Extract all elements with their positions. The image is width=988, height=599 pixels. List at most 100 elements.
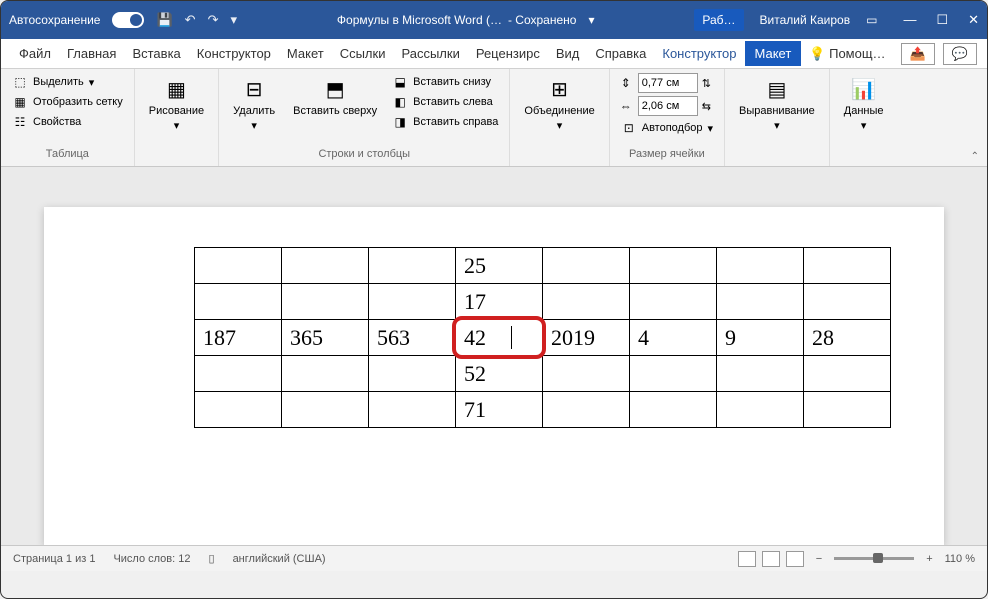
table-row: 52 — [195, 356, 891, 392]
table-cell[interactable] — [717, 392, 804, 428]
delete-button[interactable]: ⊟Удалить▾ — [227, 73, 281, 134]
table-cell[interactable] — [804, 356, 891, 392]
menu-layout[interactable]: Макет — [279, 41, 332, 66]
merge-button[interactable]: ⊞Объединение▾ — [518, 73, 600, 134]
zoom-in-button[interactable]: + — [926, 553, 932, 565]
menu-links[interactable]: Ссылки — [332, 41, 394, 66]
row-height-input[interactable] — [638, 73, 698, 93]
table-cell[interactable] — [195, 356, 282, 392]
table-cell[interactable] — [630, 392, 717, 428]
table-cell[interactable] — [717, 284, 804, 320]
workspace-tab[interactable]: Раб… — [694, 9, 743, 31]
language-indicator[interactable]: английский (США) — [233, 553, 326, 565]
table-cell[interactable]: 9 — [717, 320, 804, 356]
autofit-button[interactable]: ⊡Автоподбор ▾ — [618, 119, 716, 137]
table-cell[interactable] — [717, 356, 804, 392]
table-cell[interactable]: 28 — [804, 320, 891, 356]
menu-mailings[interactable]: Рассылки — [393, 41, 467, 66]
table-cell[interactable] — [369, 284, 456, 320]
menu-file[interactable]: Файл — [11, 41, 59, 66]
table-cell[interactable]: 71 — [456, 392, 543, 428]
select-button[interactable]: ⬚Выделить ▾ — [9, 73, 126, 91]
alignment-button[interactable]: ▤Выравнивание▾ — [733, 73, 821, 134]
table-cell[interactable] — [804, 248, 891, 284]
table-cell[interactable] — [195, 392, 282, 428]
read-mode-button[interactable] — [738, 551, 756, 567]
table-cell[interactable] — [717, 248, 804, 284]
undo-icon[interactable]: ↶ — [185, 12, 196, 28]
table-cell[interactable] — [195, 248, 282, 284]
save-icon[interactable]: 💾 — [156, 12, 172, 28]
table-cell[interactable]: 563 — [369, 320, 456, 356]
web-layout-button[interactable] — [786, 551, 804, 567]
table-cell[interactable] — [369, 392, 456, 428]
table-cell[interactable] — [282, 356, 369, 392]
table-cell[interactable] — [543, 284, 630, 320]
grid-icon: ▦ — [12, 94, 28, 110]
table-row: 71 — [195, 392, 891, 428]
table-cell[interactable] — [804, 392, 891, 428]
table-cell[interactable] — [543, 248, 630, 284]
saved-status: - Сохранено — [508, 13, 576, 27]
table-cell[interactable] — [543, 392, 630, 428]
close-button[interactable]: ✕ — [968, 12, 979, 28]
menu-home[interactable]: Главная — [59, 41, 124, 66]
view-gridlines-button[interactable]: ▦Отобразить сетку — [9, 93, 126, 111]
comments-button[interactable]: 💬 — [943, 43, 977, 65]
menu-table-layout[interactable]: Макет — [745, 41, 802, 66]
insert-below-button[interactable]: ⬓Вставить снизу — [389, 73, 501, 91]
ribbon-group-cell-size: ⇕⇅ ⇔⇆ ⊡Автоподбор ▾ Размер ячейки — [610, 69, 725, 166]
table-cell[interactable] — [282, 284, 369, 320]
maximize-button[interactable]: ☐ — [936, 12, 948, 28]
document-area[interactable]: 25 17 187 365 563 42 2019 — [1, 167, 987, 545]
print-layout-button[interactable] — [762, 551, 780, 567]
ribbon-options-icon[interactable]: ▭ — [866, 13, 877, 27]
table-cell[interactable] — [369, 356, 456, 392]
menu-designer[interactable]: Конструктор — [189, 41, 279, 66]
table-cell[interactable] — [369, 248, 456, 284]
table-cell[interactable] — [282, 248, 369, 284]
autosave-toggle[interactable] — [112, 12, 144, 28]
table-cell[interactable]: 2019 — [543, 320, 630, 356]
data-button[interactable]: 📊Данные▾ — [838, 73, 890, 134]
table-cell[interactable] — [630, 248, 717, 284]
menu-table-design[interactable]: Конструктор — [654, 41, 744, 66]
menu-insert[interactable]: Вставка — [124, 41, 188, 66]
zoom-level[interactable]: 110 % — [945, 553, 975, 565]
collapse-ribbon-icon[interactable]: ⌃ — [971, 151, 979, 162]
redo-icon[interactable]: ↷ — [208, 12, 219, 28]
proofing-icon[interactable]: ▯ — [209, 552, 215, 565]
properties-button[interactable]: ☷Свойства — [9, 113, 126, 131]
autofit-icon: ⊡ — [621, 120, 637, 136]
word-count[interactable]: Число слов: 12 — [113, 553, 190, 565]
table-cell[interactable] — [282, 392, 369, 428]
table-cell[interactable]: 17 — [456, 284, 543, 320]
table-cell[interactable] — [630, 284, 717, 320]
zoom-slider[interactable] — [834, 557, 914, 560]
word-table[interactable]: 25 17 187 365 563 42 2019 — [194, 247, 891, 428]
menu-help[interactable]: Справка — [587, 41, 654, 66]
minimize-button[interactable]: ― — [903, 12, 916, 28]
menu-tell-me[interactable]: 💡 Помощ… — [801, 41, 893, 67]
insert-above-button[interactable]: ⬒Вставить сверху — [287, 73, 383, 119]
table-cell[interactable]: 52 — [456, 356, 543, 392]
table-cell[interactable]: 4 — [630, 320, 717, 356]
page-indicator[interactable]: Страница 1 из 1 — [13, 553, 95, 565]
zoom-out-button[interactable]: − — [816, 553, 822, 565]
table-cell[interactable] — [543, 356, 630, 392]
table-cell[interactable] — [804, 284, 891, 320]
insert-right-button[interactable]: ◨Вставить справа — [389, 113, 501, 131]
table-cell[interactable]: 25 — [456, 248, 543, 284]
table-cell[interactable]: 365 — [282, 320, 369, 356]
share-button[interactable]: 📤 — [901, 43, 935, 65]
table-cell[interactable] — [195, 284, 282, 320]
table-cell[interactable]: 187 — [195, 320, 282, 356]
table-cell-highlighted[interactable]: 42 — [456, 320, 543, 356]
col-width-input[interactable] — [638, 96, 698, 116]
qat-dropdown-icon[interactable]: ▾ — [230, 12, 237, 28]
table-cell[interactable] — [630, 356, 717, 392]
insert-left-button[interactable]: ◧Вставить слева — [389, 93, 501, 111]
menu-review[interactable]: Рецензирс — [468, 41, 548, 66]
menu-view[interactable]: Вид — [548, 41, 588, 66]
draw-button[interactable]: ▦Рисование▾ — [143, 73, 210, 134]
